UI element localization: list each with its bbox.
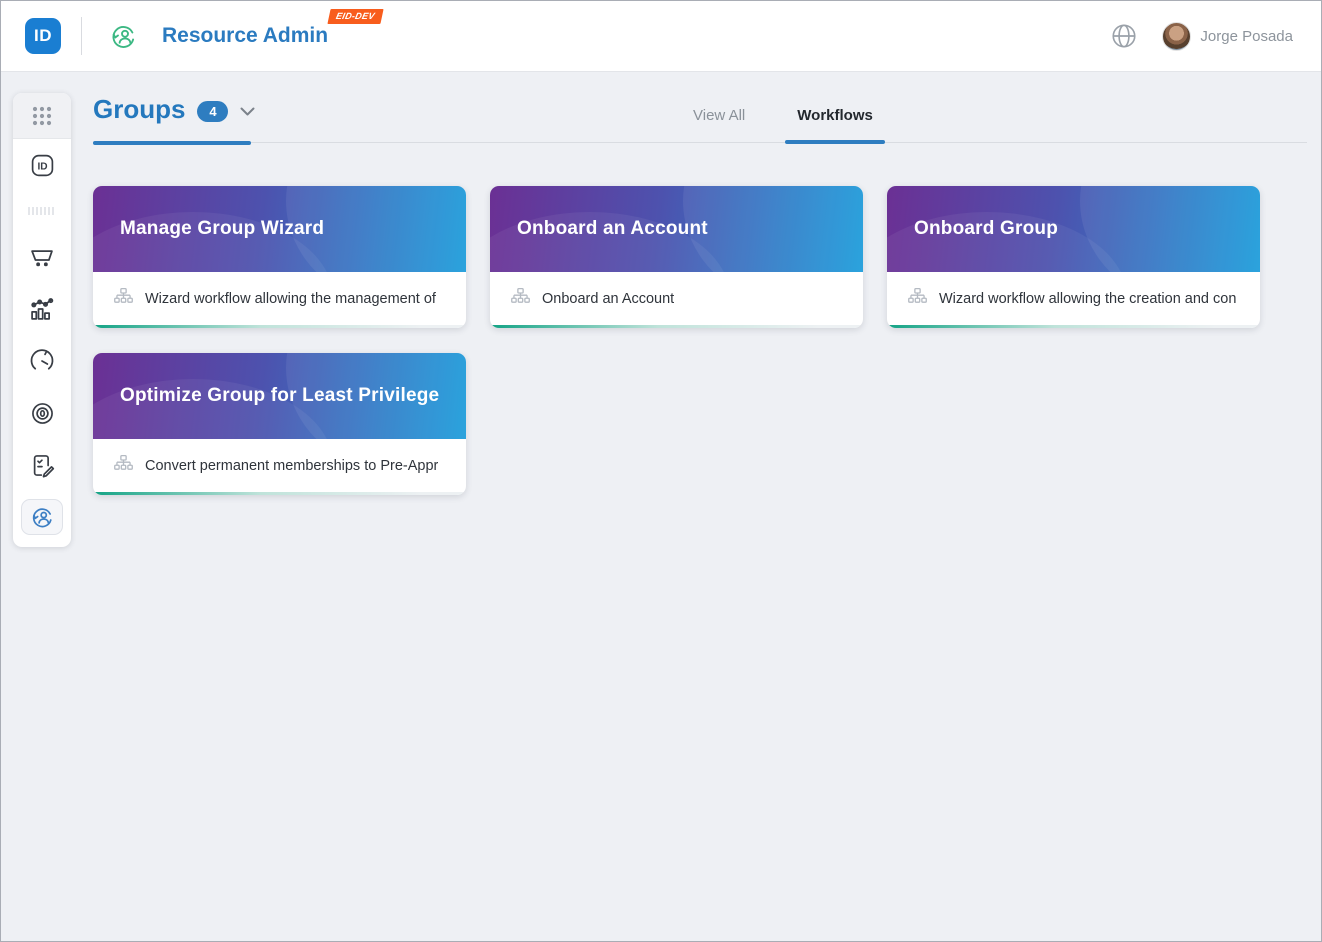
sidebar-item-workflows[interactable] — [13, 491, 71, 543]
svg-text:ID: ID — [37, 161, 47, 172]
sidebar-item-forms[interactable] — [13, 439, 71, 491]
card-title: Optimize Group for Least Privilege — [120, 385, 439, 407]
card-optimize-group-least-privilege[interactable]: Optimize Group for Least Privilege Conve… — [93, 353, 466, 495]
user-name[interactable]: Jorge Posada — [1200, 28, 1293, 45]
sitemap-icon — [113, 286, 134, 312]
app-title: Resource Admin — [162, 24, 328, 48]
card-accent — [887, 325, 1260, 328]
sidebar-item-fingerprint[interactable] — [13, 387, 71, 439]
tab-workflows-label: Workflows — [797, 107, 873, 124]
tab-active-indicator — [785, 140, 885, 144]
card-accent — [490, 325, 863, 328]
card-description: Wizard workflow allowing the creation an… — [939, 291, 1236, 307]
app-logo[interactable]: ID — [25, 18, 61, 54]
card-body: Convert permanent memberships to Pre-App… — [93, 439, 466, 492]
card-onboard-an-account[interactable]: Onboard an Account Onboard an Account — [490, 186, 863, 328]
page-head: Groups 4 View All Workflows — [93, 96, 1307, 143]
analytics-icon — [28, 295, 56, 323]
card-accent — [93, 492, 466, 495]
sidebar-item-apps[interactable] — [13, 93, 71, 139]
title-underline — [93, 141, 251, 145]
card-description: Wizard workflow allowing the management … — [145, 291, 436, 307]
app-window: ID Resource Admin EID-DEV — [0, 0, 1322, 942]
card-header: Optimize Group for Least Privilege — [93, 353, 466, 439]
card-header: Onboard an Account — [490, 186, 863, 272]
card-title: Onboard Group — [914, 218, 1058, 240]
sidebar-item-placeholder — [13, 191, 71, 231]
cart-icon — [28, 243, 56, 271]
card-title: Onboard an Account — [517, 218, 708, 240]
card-body: Wizard workflow allowing the management … — [93, 272, 466, 325]
card-onboard-group[interactable]: Onboard Group Wizard workflow allowing t… — [887, 186, 1260, 328]
card-manage-group-wizard[interactable]: Manage Group Wizard Wizard workflow allo… — [93, 186, 466, 328]
sidebar-item-dashboard[interactable] — [13, 335, 71, 387]
card-header: Manage Group Wizard — [93, 186, 466, 272]
page-title: Groups — [93, 94, 185, 125]
tabs: View All Workflows — [681, 96, 885, 142]
card-description: Convert permanent memberships to Pre-App… — [145, 458, 438, 474]
sidebar-item-analytics[interactable] — [13, 283, 71, 335]
sitemap-icon — [510, 286, 531, 312]
workflow-app-icon — [108, 21, 138, 51]
document-edit-icon — [29, 452, 56, 479]
avatar[interactable] — [1162, 22, 1191, 51]
card-accent — [93, 325, 466, 328]
chevron-down-icon[interactable] — [240, 107, 255, 117]
sidebar-item-identity[interactable]: ID — [13, 139, 71, 191]
header-left: ID Resource Admin EID-DEV — [25, 17, 328, 55]
sitemap-icon — [907, 286, 928, 312]
fingerprint-icon — [29, 400, 56, 427]
workflow-cards: Manage Group Wizard Wizard workflow allo… — [93, 186, 1273, 495]
card-title: Manage Group Wizard — [120, 218, 324, 240]
sidebar: ID — [13, 93, 71, 547]
header-right: Jorge Posada — [1110, 22, 1293, 51]
header-divider — [81, 17, 82, 55]
id-badge-icon: ID — [29, 152, 56, 179]
card-description: Onboard an Account — [542, 291, 674, 307]
main-content: Groups 4 View All Workflows — [93, 96, 1307, 495]
gauge-icon — [28, 347, 56, 375]
workflow-person-icon — [21, 499, 63, 535]
tab-view-all[interactable]: View All — [681, 96, 757, 134]
card-header: Onboard Group — [887, 186, 1260, 272]
barcode-placeholder — [27, 206, 57, 216]
count-badge: 4 — [197, 101, 228, 122]
card-body: Wizard workflow allowing the creation an… — [887, 272, 1260, 325]
group-selector[interactable]: Groups 4 — [93, 94, 255, 125]
app-header: ID Resource Admin EID-DEV — [1, 1, 1321, 72]
sidebar-item-cart[interactable] — [13, 231, 71, 283]
card-body: Onboard an Account — [490, 272, 863, 325]
env-badge: EID-DEV — [328, 9, 384, 24]
apps-grid-icon — [29, 103, 55, 129]
app-title-wrap: Resource Admin EID-DEV — [162, 24, 328, 48]
globe-icon[interactable] — [1110, 22, 1138, 50]
sitemap-icon — [113, 453, 134, 479]
tab-workflows[interactable]: Workflows — [785, 96, 885, 134]
